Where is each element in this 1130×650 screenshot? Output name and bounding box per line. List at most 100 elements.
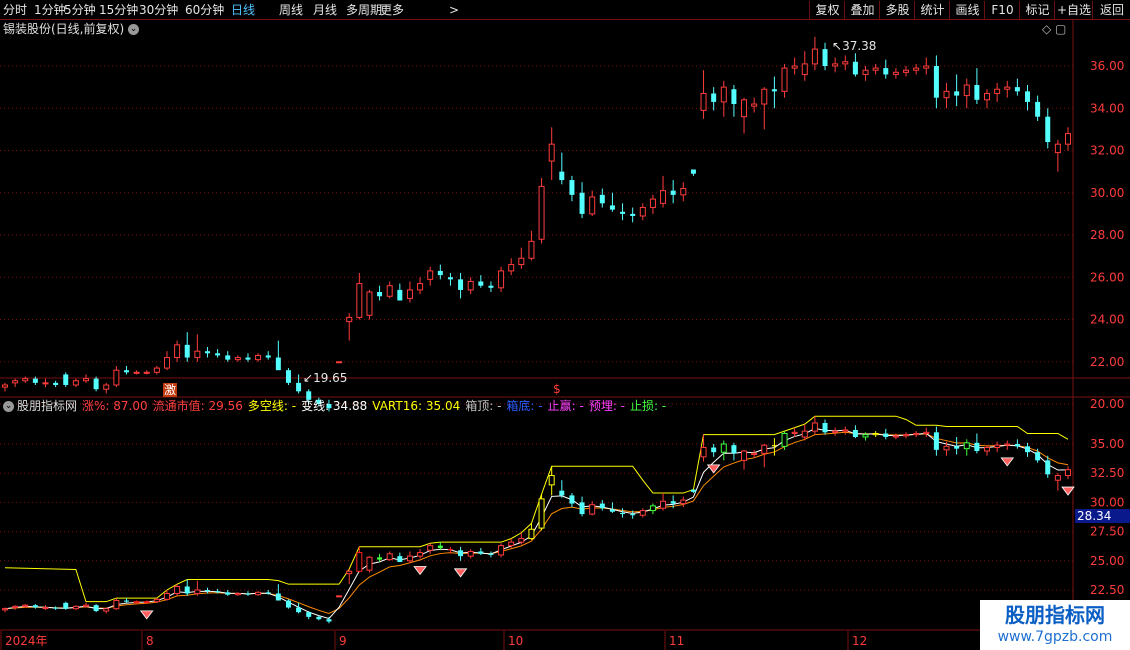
main-candle[interactable] — [366, 291, 373, 316]
indicator-candle[interactable] — [234, 593, 241, 596]
main-candle[interactable] — [559, 171, 565, 181]
period-tab-10[interactable]: 更多 — [380, 2, 404, 18]
main-candle[interactable] — [467, 280, 474, 291]
main-candle[interactable] — [63, 374, 69, 385]
main-candle[interactable] — [649, 198, 656, 209]
indicator-candle[interactable] — [599, 503, 605, 509]
indicator-candle[interactable] — [954, 446, 960, 449]
main-candle[interactable] — [801, 63, 808, 75]
toolbar-button-0[interactable]: 复权 — [809, 1, 845, 19]
indicator-candle[interactable] — [437, 545, 443, 548]
period-tab-5[interactable]: 60分钟 — [185, 2, 224, 18]
period-tab-8[interactable]: 月线 — [313, 2, 337, 18]
indicator-candle[interactable] — [872, 432, 879, 436]
indicator-candle[interactable] — [153, 598, 160, 603]
period-tab-3[interactable]: 15分钟 — [99, 2, 138, 18]
main-candle[interactable] — [204, 351, 210, 354]
main-candle[interactable] — [852, 61, 858, 75]
main-candle[interactable] — [943, 90, 950, 99]
main-candle[interactable] — [12, 380, 19, 384]
indicator-candle[interactable] — [1054, 475, 1061, 481]
indicator-candle[interactable] — [22, 604, 29, 607]
toolbar-button-3[interactable]: 统计 — [914, 1, 950, 19]
indicator-candle[interactable] — [883, 433, 889, 437]
toolbar-button-2[interactable]: 多股 — [879, 1, 915, 19]
main-candle[interactable] — [225, 355, 231, 360]
main-candle[interactable] — [427, 270, 434, 280]
collapse-icon[interactable]: ⌄ — [128, 24, 140, 35]
main-candle[interactable] — [933, 66, 939, 98]
indicator-candle[interactable] — [397, 556, 403, 562]
indicator-candle[interactable] — [255, 591, 262, 596]
indicator-candle[interactable] — [984, 447, 991, 452]
indicator-candle[interactable] — [842, 429, 849, 432]
indicator-candle[interactable] — [377, 557, 383, 560]
main-candle[interactable] — [954, 91, 960, 96]
main-candle[interactable] — [53, 382, 59, 385]
indicator-candle[interactable] — [862, 434, 869, 438]
indicator-candle[interactable] — [589, 504, 596, 515]
indicator-candle[interactable] — [386, 553, 393, 561]
indicator-candle[interactable] — [32, 605, 38, 608]
indicator-candle[interactable] — [174, 585, 181, 595]
indicator-candle[interactable] — [579, 502, 585, 515]
indicator-candle[interactable] — [215, 591, 221, 593]
indicator-candle[interactable] — [832, 430, 839, 433]
main-candle[interactable] — [751, 103, 758, 107]
main-candle[interactable] — [2, 384, 8, 388]
main-candle[interactable] — [1035, 101, 1041, 117]
indicator-candle[interactable] — [852, 429, 858, 437]
indicator-candle[interactable] — [943, 445, 950, 451]
indicator-candle[interactable] — [771, 445, 777, 447]
main-candles[interactable] — [2, 36, 1071, 412]
indicator-candle[interactable] — [447, 549, 453, 551]
indicator-candle[interactable] — [933, 432, 939, 450]
main-candle[interactable] — [569, 180, 575, 195]
indicator-candle[interactable] — [518, 538, 525, 543]
main-candle[interactable] — [963, 84, 970, 97]
indicator-candle[interactable] — [1014, 444, 1020, 447]
indicator-candle[interactable] — [923, 431, 930, 434]
main-candle[interactable] — [174, 344, 181, 359]
indicator-candles[interactable] — [2, 416, 1071, 624]
indicator-candle[interactable] — [811, 422, 818, 432]
indicator-candle[interactable] — [791, 431, 798, 434]
indicator-candle[interactable] — [1035, 452, 1041, 461]
indicator-candle[interactable] — [488, 553, 494, 555]
indicator-candle[interactable] — [53, 607, 59, 609]
toolbar-button-4[interactable]: 画线 — [949, 1, 985, 19]
main-candle[interactable] — [386, 285, 393, 297]
indicator-candle[interactable] — [63, 602, 69, 609]
indicator-candle[interactable] — [781, 432, 788, 447]
indicator-candle[interactable] — [822, 422, 828, 433]
main-candle[interactable] — [883, 68, 889, 75]
main-candle[interactable] — [862, 69, 869, 75]
indicator-candle[interactable] — [2, 608, 8, 611]
main-candle[interactable] — [32, 378, 38, 383]
main-candle[interactable] — [498, 270, 505, 289]
period-tab-0[interactable]: 分时 — [3, 2, 27, 18]
main-candle[interactable] — [1004, 86, 1011, 90]
indicator-candle[interactable] — [417, 552, 424, 557]
indicator-candle[interactable] — [1025, 446, 1031, 453]
main-candle[interactable] — [143, 371, 150, 374]
toolbar-button-1[interactable]: 叠加 — [844, 1, 880, 19]
indicator-candle[interactable] — [720, 443, 727, 453]
period-tab-1[interactable]: 1分钟 — [34, 2, 66, 18]
main-candle[interactable] — [215, 353, 221, 356]
main-candle[interactable] — [234, 357, 241, 361]
indicator-candle[interactable] — [508, 541, 515, 547]
main-candle[interactable] — [458, 279, 464, 290]
main-candle[interactable] — [1014, 87, 1020, 92]
indicator-candle[interactable] — [528, 528, 535, 540]
main-candle[interactable] — [1045, 116, 1051, 143]
period-tab-6[interactable]: 日线 — [231, 2, 255, 18]
indicator-candle[interactable] — [761, 444, 768, 454]
indicator-candle[interactable] — [670, 501, 676, 504]
indicator-candle[interactable] — [639, 510, 646, 516]
indicator-candle[interactable] — [903, 434, 910, 437]
main-candle[interactable] — [822, 49, 828, 66]
indicator-candle[interactable] — [649, 505, 656, 512]
indicator-candle[interactable] — [620, 512, 626, 515]
indicator-candle[interactable] — [700, 447, 707, 458]
